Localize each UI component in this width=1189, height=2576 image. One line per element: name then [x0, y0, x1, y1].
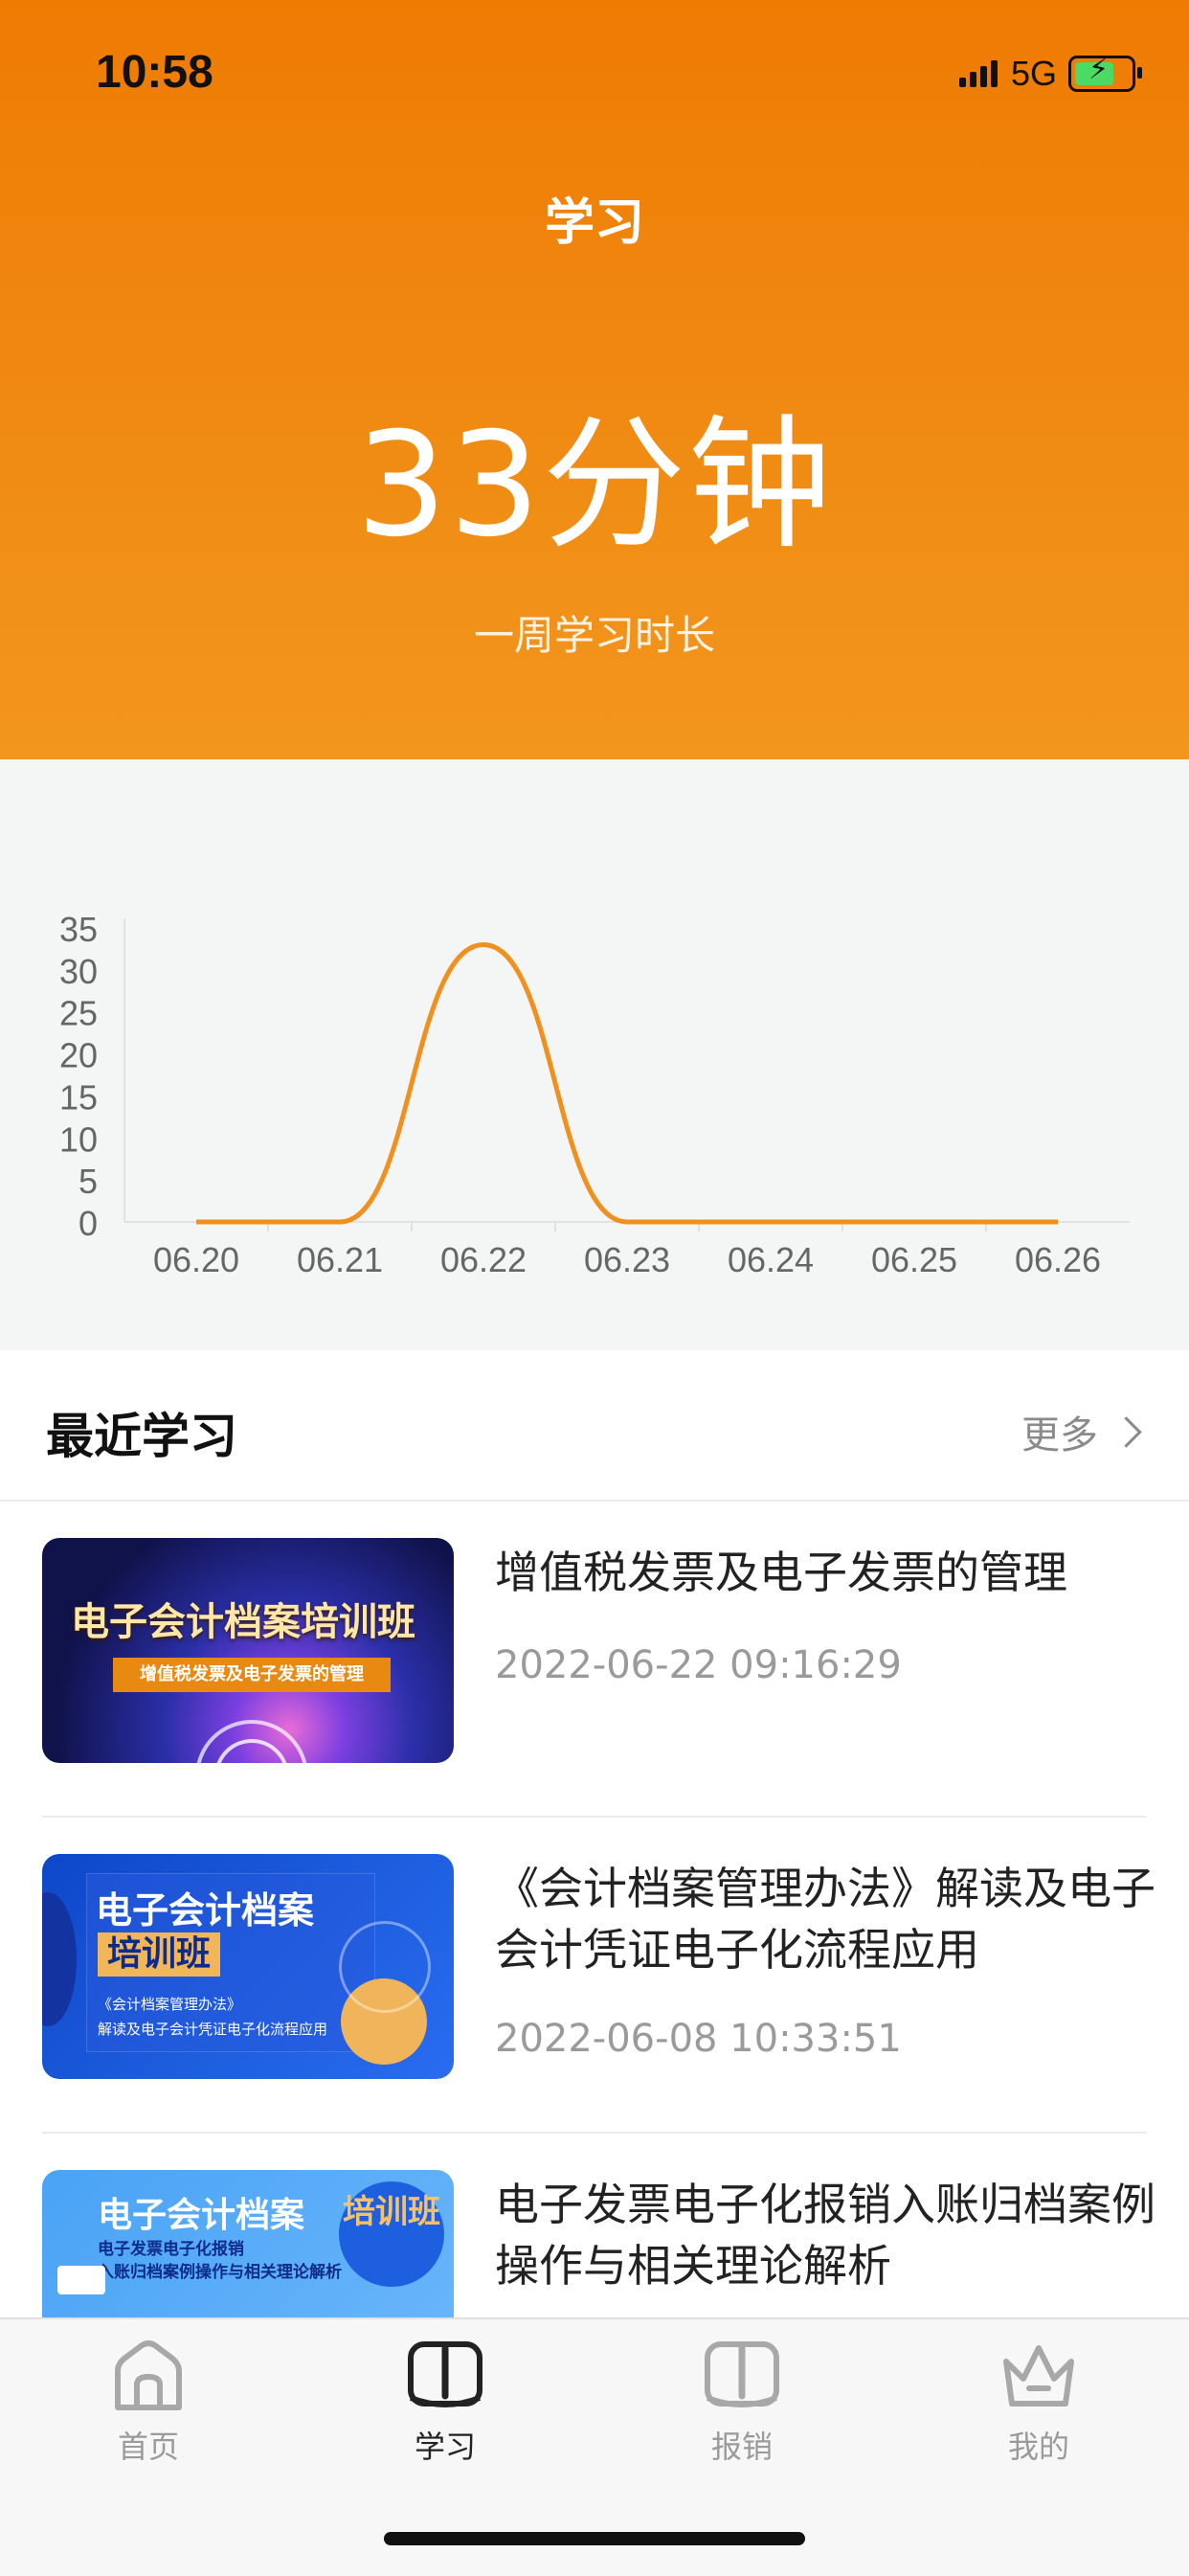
series-line: [195, 942, 1058, 1225]
course-item[interactable]: 电子会计档案培训班 增值税发票及电子发票的管理 增值税发票及电子发票的管理 20…: [42, 1500, 1147, 1818]
book-icon: [408, 2341, 482, 2407]
course-thumbnail: 电子会计档案培训班 增值税发票及电子发票的管理: [42, 1538, 454, 1763]
tab-profile[interactable]: 我的: [943, 2340, 1134, 2467]
tab-learning[interactable]: 学习: [349, 2340, 541, 2467]
thumbnail-subtitle: 增值税发票及电子发票的管理: [113, 1658, 391, 1692]
y-tick-label: 25: [59, 994, 98, 1033]
battery-icon: ⚡: [1068, 53, 1142, 92]
thumbnail-title: 电子会计档案: [96, 1889, 315, 1932]
x-tick-label: 06.22: [440, 1240, 527, 1279]
recent-learning-header: 最近学习 更多: [0, 1350, 1189, 1502]
status-indicators: 5G ⚡: [958, 53, 1142, 94]
more-link[interactable]: 更多: [1021, 1404, 1142, 1459]
more-label: 更多: [1021, 1413, 1098, 1457]
page-title: 学习: [544, 194, 644, 252]
y-tick-label: 0: [79, 1204, 98, 1243]
x-tick-label: 06.24: [728, 1240, 814, 1279]
y-tick-label: 35: [59, 910, 98, 949]
recent-learning-section: 最近学习 更多 电子会计档案培训班 增值税发票及电子发票的管理 增值税发票及电子…: [0, 1350, 1189, 2317]
course-title: 电子发票电子化报销入账归档案例操作与相关理论解析: [495, 2179, 1155, 2292]
thumbnail-badge: 培训班: [339, 2181, 444, 2287]
tab-home[interactable]: 首页: [53, 2340, 244, 2467]
x-tick-label: 06.20: [153, 1240, 239, 1279]
section-title: 最近学习: [46, 1409, 237, 1464]
x-tick-label: 06.21: [297, 1240, 383, 1279]
weekly-study-time: 33分钟: [355, 402, 834, 569]
course-date: 2022-06-08 10:33:51: [495, 2017, 902, 2061]
course-title: 增值税发票及电子发票的管理: [495, 1547, 1067, 1598]
thumbnail-subtitle: 《会计档案管理办法》: [98, 1996, 242, 2013]
book-icon: [705, 2341, 779, 2407]
course-thumbnail: 电子会计档案 培训班 《会计档案管理办法》 解读及电子会计凭证电子化流程应用: [42, 1854, 454, 2079]
thumbnail-badge: 培训班: [98, 1932, 221, 1977]
course-thumbnail: 电子会计档案 培训班 电子发票电子化报销 入账归档案例操作与相关理论解析: [42, 2170, 454, 2317]
y-tick-label: 15: [59, 1077, 98, 1117]
thumbnail-title: 电子会计档案培训班: [71, 1600, 415, 1644]
x-tick-label: 06.26: [1015, 1240, 1101, 1279]
course-item[interactable]: 电子会计档案 培训班 电子发票电子化报销 入账归档案例操作与相关理论解析 电子发…: [42, 2132, 1155, 2317]
tab-label: 报销: [710, 2429, 773, 2465]
x-tick-label: 06.25: [871, 1240, 957, 1279]
thumbnail-subtitle-2: 入账归档案例操作与相关理论解析: [98, 2263, 342, 2282]
weekly-study-chart: 0 5 10 15 20 25 30 35 06.20 06.21 06.22 06.23 06.24 0…: [0, 759, 1189, 1350]
thumbnail-subtitle: 电子发票电子化报销: [98, 2240, 244, 2259]
weekly-study-caption: 一周学习时长: [473, 612, 715, 659]
signal-icon: [958, 60, 998, 87]
tab-label: 首页: [117, 2429, 179, 2465]
thumbnail-subtitle-2: 解读及电子会计凭证电子化流程应用: [98, 2021, 328, 2038]
course-title: 《会计档案管理办法》解读及电子会计凭证电子化流程应用: [495, 1863, 1155, 1976]
status-time: 10:58: [96, 47, 213, 98]
x-tick-label: 06.23: [584, 1240, 670, 1279]
network-type: 5G: [1010, 54, 1057, 93]
y-tick-label: 5: [79, 1162, 98, 1201]
thumbnail-title: 电子会计档案: [98, 2196, 305, 2235]
chevron-right-icon: [1110, 1415, 1142, 1448]
tab-label: 学习: [414, 2429, 476, 2465]
course-item[interactable]: 电子会计档案 培训班 《会计档案管理办法》 解读及电子会计凭证电子化流程应用 《…: [42, 1816, 1155, 2134]
course-date: 2022-06-22 09:16:29: [495, 1643, 902, 1687]
line-chart: 05101520253035 06.20 06.21 06.22 06.23 06.24 0…: [59, 910, 1130, 1279]
home-icon: [115, 2340, 182, 2410]
y-tick-label: 30: [59, 952, 98, 991]
tab-reimbursement[interactable]: 报销: [646, 2340, 838, 2467]
learning-summary-header: 10:58 5G ⚡ 学习 33分钟 一周学习时长: [0, 0, 1189, 759]
tab-label: 我的: [1007, 2429, 1069, 2465]
home-indicator: [384, 2532, 805, 2545]
y-tick-label: 20: [59, 1036, 98, 1075]
y-tick-label: 10: [59, 1119, 98, 1159]
crown-icon: [1003, 2345, 1074, 2407]
